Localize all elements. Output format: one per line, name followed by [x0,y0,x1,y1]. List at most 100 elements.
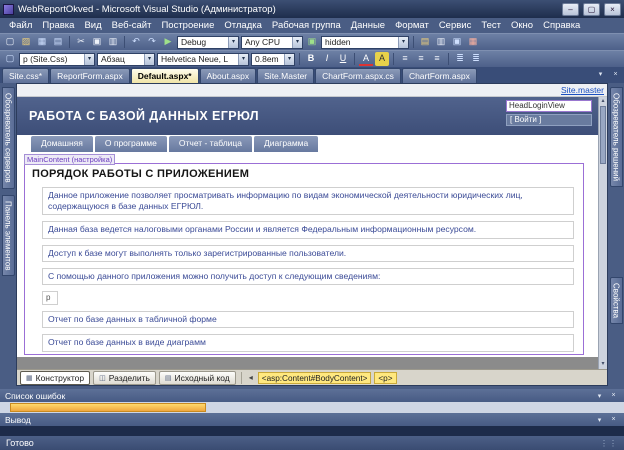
close-button[interactable]: × [604,2,621,16]
align-right-icon[interactable]: ≡ [430,52,444,66]
pin-icon[interactable]: ▾ [594,392,605,400]
tag-crumb-content[interactable]: <asp:Content#BodyContent> [257,371,372,384]
design-view-button[interactable]: ▦ Конструктор [20,370,91,385]
cut-icon[interactable]: ✂ [74,35,88,49]
paragraph[interactable]: Данная база ведется налоговыми органами … [42,221,574,239]
error-list-title: Список ошибок [5,390,66,401]
menu-file[interactable]: Файл [4,19,37,32]
target-rule-combo[interactable]: p (Site.Css) ▾ [19,52,95,66]
editor-scrollbar[interactable]: ▴ ▾ [598,97,607,369]
menu-team[interactable]: Рабочая группа [267,19,346,32]
close-document-icon[interactable]: × [609,69,622,81]
sidebar-item-properties[interactable]: Свойства [609,277,623,325]
menu-data[interactable]: Данные [346,19,390,32]
toolbox-icon[interactable]: ▣ [450,35,464,49]
sidebar-item-server-explorer[interactable]: Обозреватель серверов [1,87,15,189]
bullet-list-icon[interactable]: ≣ [453,52,467,66]
find-combo[interactable]: hidden ▾ [321,35,409,49]
menu-build[interactable]: Построение [156,19,219,32]
menu-help[interactable]: Справка [538,19,585,32]
underline-button[interactable]: U [336,52,350,66]
solution-explorer-icon[interactable]: ▤ [418,35,432,49]
menu-window[interactable]: Окно [506,19,538,32]
nav-item-home: Домашняя [31,136,93,152]
error-list-icon[interactable]: ▦ [466,35,480,49]
menu-view[interactable]: Вид [79,19,106,32]
menu-tools[interactable]: Сервис [434,19,477,32]
resize-grip[interactable]: ⋮⋮ [600,439,618,448]
scrollbar-thumb[interactable] [600,106,606,164]
close-icon[interactable]: × [608,392,619,400]
minimize-button[interactable]: – [562,2,579,16]
toolbar-separator [413,36,414,48]
main-content-region[interactable]: ПОРЯДОК РАБОТЫ С ПРИЛОЖЕНИЕМ Данное прил… [24,163,584,355]
error-list-selected-row[interactable] [10,403,206,412]
properties-window-icon[interactable]: ▥ [434,35,448,49]
scroll-up-icon[interactable]: ▴ [599,97,607,106]
output-content[interactable] [0,426,624,436]
tab-chartform-aspx-cs[interactable]: ChartForm.aspx.cs [315,68,401,83]
menu-test[interactable]: Тест [476,19,506,32]
tab-chartform-aspx[interactable]: ChartForm.aspx [401,68,477,83]
error-list-content[interactable] [0,402,624,413]
sidebar-item-solution-explorer[interactable]: Обозреватель решений [609,87,623,188]
paragraph[interactable]: Отчет по базе данных в виде диаграмм [42,334,574,352]
tab-list-dropdown-icon[interactable]: ▾ [594,69,607,81]
tab-about-aspx[interactable]: About.aspx [199,68,257,83]
platform-combo[interactable]: Any CPU ▾ [241,35,303,49]
start-debug-icon[interactable]: ▶ [161,35,175,49]
paragraph[interactable]: С помощью данного приложения можно получ… [42,267,574,285]
style-application-icon[interactable]: ▢ [3,52,17,66]
tab-site-master[interactable]: Site.Master [257,68,315,83]
status-bar: Готово ⋮⋮ [0,436,624,450]
paragraph[interactable]: Доступ к базе могут выполнять только зар… [42,244,574,262]
tag-crumb-p[interactable]: <p> [374,371,397,384]
italic-button[interactable]: I [320,52,334,66]
split-view-button[interactable]: ◫ Разделить [93,370,156,385]
scroll-down-icon[interactable]: ▾ [599,360,607,369]
configuration-combo[interactable]: Debug ▾ [177,35,239,49]
menu-debug[interactable]: Отладка [219,19,267,32]
pin-icon[interactable]: ▾ [594,416,605,424]
source-view-button[interactable]: ▤ Исходный код [158,370,236,385]
numbered-list-icon[interactable]: ≣ [469,52,483,66]
chevron-down-icon: ▾ [284,53,294,65]
font-size-combo[interactable]: 0.8em ▾ [251,52,295,66]
align-left-icon[interactable]: ≡ [398,52,412,66]
save-all-icon[interactable]: ▤ [51,35,65,49]
tab-site-css[interactable]: Site.css* [2,68,50,83]
paragraph[interactable]: Отчет по базе данных в табличной форме [42,311,574,329]
tab-default-aspx[interactable]: Default.aspx* [130,68,199,83]
design-canvas[interactable]: РАБОТА С БАЗОЙ ДАННЫХ ЕГРЮЛ HeadLoginVie… [17,97,598,369]
paste-icon[interactable]: ▥ [106,35,120,49]
master-page-link[interactable]: Site.master [561,85,604,95]
align-center-icon[interactable]: ≡ [414,52,428,66]
split-view-icon: ◫ [99,374,106,382]
copy-icon[interactable]: ▣ [90,35,104,49]
menu-format[interactable]: Формат [390,19,434,32]
font-color-button[interactable]: A [359,52,373,66]
new-file-icon[interactable]: ▢ [3,35,17,49]
close-icon[interactable]: × [608,416,619,424]
menu-website[interactable]: Веб-сайт [107,19,157,32]
content-heading[interactable]: ПОРЯДОК РАБОТЫ С ПРИЛОЖЕНИЕМ [32,168,578,180]
empty-paragraph[interactable]: p [42,290,58,306]
paragraph[interactable]: Данное приложение позволяет просматриват… [42,187,574,216]
open-file-icon[interactable]: ▨ [19,35,33,49]
nav-item-report-table: Отчет - таблица [168,136,253,152]
highlight-color-button[interactable]: A [375,52,389,66]
main-content-tag[interactable]: MainContent (настройка) [24,154,116,165]
block-format-combo[interactable]: Абзац ▾ [97,52,155,66]
save-icon[interactable]: ▦ [35,35,49,49]
bold-button[interactable]: B [304,52,318,66]
tag-navigator-back-icon[interactable]: ◂ [247,373,255,382]
tab-reportform-aspx[interactable]: ReportForm.aspx [50,68,130,83]
sidebar-item-toolbox[interactable]: Панель элементов [1,194,15,277]
font-name-combo[interactable]: Helvetica Neue, L ▾ [157,52,249,66]
undo-icon[interactable]: ↶ [129,35,143,49]
menu-edit[interactable]: Правка [37,19,79,32]
maximize-button[interactable]: ▢ [583,2,600,16]
find-in-files-icon[interactable]: ▣ [305,35,319,49]
menu-bar: Файл Правка Вид Веб-сайт Построение Отла… [0,18,624,33]
redo-icon[interactable]: ↷ [145,35,159,49]
